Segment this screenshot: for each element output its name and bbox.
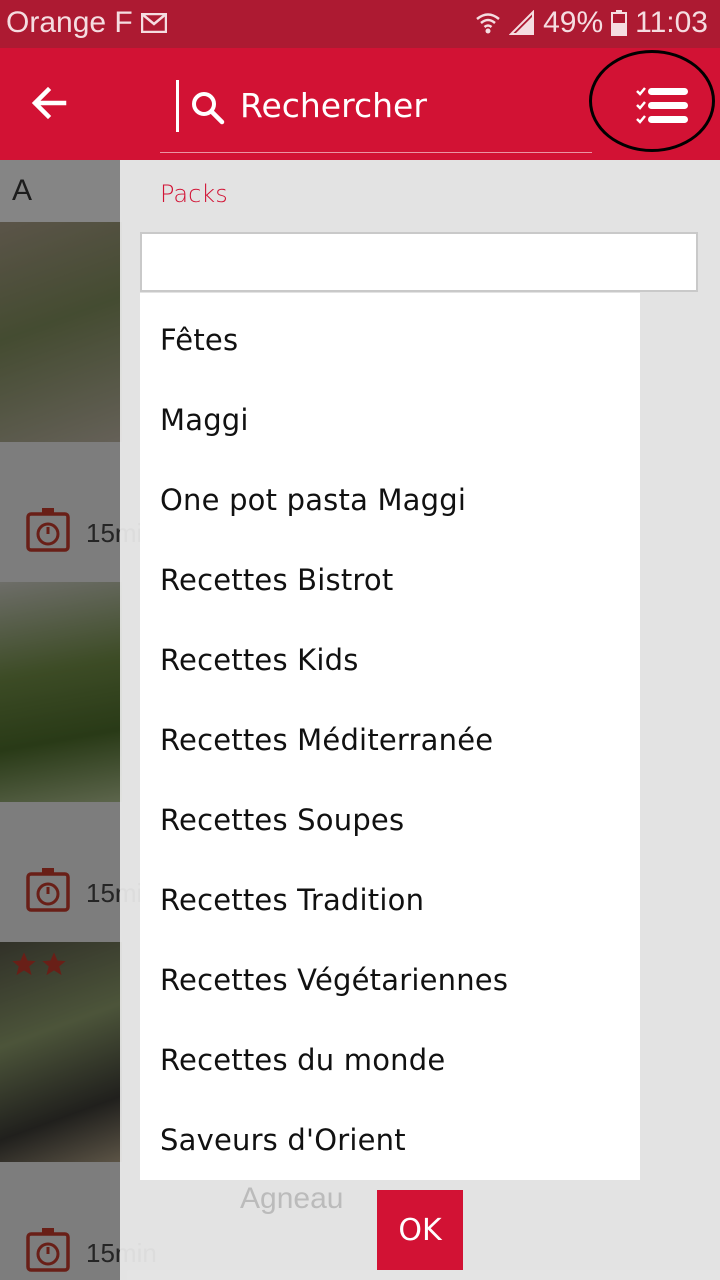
carrier-name: Orange F — [6, 6, 133, 39]
pack-option[interactable]: Saveurs d'Orient — [140, 1100, 640, 1180]
annotation-circle — [589, 50, 715, 152]
ok-button[interactable]: OK — [377, 1190, 463, 1270]
clock: 11:03 — [635, 6, 708, 39]
pack-option[interactable]: Recettes Tradition — [140, 860, 640, 940]
mail-icon — [140, 13, 167, 33]
search-field[interactable]: Rechercher — [160, 76, 592, 153]
signal-icon — [509, 10, 535, 35]
pack-option[interactable]: Recettes Kids — [140, 620, 640, 700]
status-bar: Orange F 49% 11:03 — [0, 0, 720, 48]
pack-option[interactable]: Recettes Méditerranée — [140, 700, 640, 780]
search-label: Rechercher — [240, 86, 427, 125]
pack-option[interactable]: Recettes Soupes — [140, 780, 640, 860]
wifi-icon — [476, 13, 500, 34]
battery-icon — [611, 10, 628, 36]
pack-option[interactable]: Fêtes — [140, 300, 640, 380]
packs-filter-input[interactable] — [140, 232, 698, 292]
pack-option[interactable]: One pot pasta Maggi — [140, 460, 640, 540]
pack-option[interactable]: Recettes Végétariennes — [140, 940, 640, 1020]
pack-option[interactable]: Recettes Bistrot — [140, 540, 640, 620]
back-arrow-icon[interactable] — [24, 78, 74, 128]
packs-dropdown-list: Fêtes Maggi One pot pasta Maggi Recettes… — [140, 293, 640, 1180]
search-icon — [192, 92, 225, 125]
pack-option[interactable]: Maggi — [140, 380, 640, 460]
pack-option[interactable]: Recettes du monde — [140, 1020, 640, 1100]
packs-filter-drawer: Packs Fêtes Maggi One pot pasta Maggi Re… — [120, 160, 720, 1280]
text-cursor — [176, 80, 179, 132]
packs-heading: Packs — [160, 180, 228, 208]
battery-percent: 49% — [543, 6, 604, 39]
